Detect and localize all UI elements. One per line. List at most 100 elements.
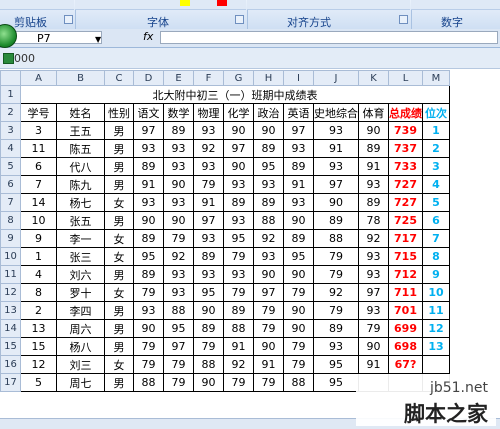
data-cell[interactable]: 95 [253, 157, 284, 176]
data-cell[interactable]: 89 [133, 229, 164, 248]
data-cell[interactable]: 10 [20, 211, 57, 230]
data-cell[interactable]: 周六 [56, 319, 105, 338]
data-cell[interactable]: 15 [20, 337, 57, 356]
data-cell[interactable]: 1 [20, 247, 57, 266]
data-cell[interactable]: 5 [422, 193, 450, 212]
data-cell[interactable]: 陈五 [56, 139, 105, 158]
data-cell[interactable]: 93 [253, 247, 284, 266]
data-cell[interactable]: 97 [223, 139, 254, 158]
column-header-i[interactable]: I [283, 70, 314, 86]
data-cell[interactable]: 93 [283, 139, 314, 158]
data-cell[interactable]: 90 [253, 121, 284, 140]
data-cell[interactable]: 6 [422, 211, 450, 230]
data-cell[interactable]: 79 [253, 373, 284, 392]
data-cell[interactable]: 97 [193, 211, 224, 230]
data-cell[interactable]: 91 [193, 193, 224, 212]
data-cell[interactable]: 8 [20, 283, 57, 302]
row-header[interactable]: 5 [0, 157, 21, 176]
data-cell[interactable]: 3 [20, 121, 57, 140]
data-cell[interactable]: 90 [133, 319, 164, 338]
data-cell[interactable]: 79 [133, 355, 164, 374]
data-cell[interactable]: 93 [163, 157, 194, 176]
data-cell[interactable]: 90 [358, 121, 389, 140]
data-cell[interactable]: 11 [20, 139, 57, 158]
data-cell[interactable]: 89 [283, 229, 314, 248]
data-cell[interactable]: 93 [133, 301, 164, 320]
data-cell[interactable]: 92 [223, 355, 254, 374]
row-header[interactable]: 2 [0, 103, 21, 122]
data-cell[interactable]: 89 [133, 265, 164, 284]
data-cell[interactable]: 8 [422, 247, 450, 266]
data-cell[interactable]: 92 [163, 247, 194, 266]
data-cell[interactable]: 89 [193, 319, 224, 338]
data-cell[interactable]: 712 [388, 265, 423, 284]
data-cell[interactable]: 93 [358, 265, 389, 284]
header-cell[interactable]: 体育 [358, 103, 389, 122]
data-cell[interactable]: 95 [223, 229, 254, 248]
data-cell[interactable]: 9 [422, 265, 450, 284]
dialog-launcher-icon[interactable] [235, 15, 244, 24]
data-cell[interactable]: 715 [388, 247, 423, 266]
data-cell[interactable]: 93 [193, 121, 224, 140]
data-cell[interactable]: 79 [193, 337, 224, 356]
data-cell[interactable]: 89 [193, 247, 224, 266]
data-cell[interactable]: 88 [283, 373, 314, 392]
data-cell[interactable]: 92 [358, 229, 389, 248]
data-cell[interactable]: 92 [313, 283, 359, 302]
data-cell[interactable]: 698 [388, 337, 423, 356]
data-cell[interactable]: 95 [133, 247, 164, 266]
chevron-down-icon[interactable]: ▼ [95, 35, 101, 44]
data-cell[interactable]: 90 [283, 211, 314, 230]
header-cell[interactable]: 总成绩 [388, 103, 423, 122]
data-cell[interactable]: 男 [104, 211, 134, 230]
data-cell[interactable]: 93 [193, 157, 224, 176]
data-cell[interactable]: 11 [422, 301, 450, 320]
data-cell[interactable]: 78 [358, 211, 389, 230]
data-cell[interactable]: 93 [283, 193, 314, 212]
data-cell[interactable]: 93 [253, 175, 284, 194]
row-header[interactable]: 7 [0, 193, 21, 212]
data-cell[interactable]: 89 [163, 121, 194, 140]
data-cell[interactable]: 女 [104, 229, 134, 248]
data-cell[interactable]: 男 [104, 265, 134, 284]
data-cell[interactable]: 13 [20, 319, 57, 338]
data-cell[interactable]: 79 [223, 373, 254, 392]
data-cell[interactable]: 95 [313, 355, 359, 374]
column-header-f[interactable]: F [193, 70, 224, 86]
data-cell[interactable]: 89 [253, 193, 284, 212]
data-cell[interactable]: 699 [388, 319, 423, 338]
data-cell[interactable]: 727 [388, 193, 423, 212]
data-cell[interactable]: 刘六 [56, 265, 105, 284]
data-cell[interactable]: 10 [422, 283, 450, 302]
data-cell[interactable]: 93 [133, 139, 164, 158]
column-header-d[interactable]: D [133, 70, 164, 86]
dialog-launcher-icon[interactable] [399, 15, 408, 24]
data-cell[interactable]: 93 [163, 283, 194, 302]
data-cell[interactable]: 79 [223, 247, 254, 266]
header-cell[interactable]: 性别 [104, 103, 134, 122]
data-cell[interactable]: 91 [358, 157, 389, 176]
row-header[interactable]: 16 [0, 355, 21, 374]
data-cell[interactable] [422, 355, 450, 374]
data-cell[interactable]: 93 [358, 301, 389, 320]
data-cell[interactable]: 79 [313, 265, 359, 284]
data-cell[interactable]: 90 [253, 337, 284, 356]
column-header-k[interactable]: K [358, 70, 389, 86]
data-cell[interactable]: 93 [313, 121, 359, 140]
data-cell[interactable]: 女 [104, 193, 134, 212]
data-cell[interactable]: 3 [422, 157, 450, 176]
header-cell[interactable]: 英语 [283, 103, 314, 122]
row-header[interactable]: 4 [0, 139, 21, 158]
data-cell[interactable]: 93 [313, 157, 359, 176]
column-header-a[interactable]: A [20, 70, 57, 86]
data-cell[interactable]: 733 [388, 157, 423, 176]
data-cell[interactable]: 89 [223, 301, 254, 320]
data-cell[interactable]: 88 [253, 211, 284, 230]
data-cell[interactable]: 90 [223, 157, 254, 176]
data-cell[interactable]: 代八 [56, 157, 105, 176]
data-cell[interactable]: 93 [313, 337, 359, 356]
row-header[interactable]: 13 [0, 301, 21, 320]
data-cell[interactable]: 2 [20, 301, 57, 320]
data-cell[interactable]: 陈九 [56, 175, 105, 194]
data-cell[interactable]: 79 [313, 247, 359, 266]
